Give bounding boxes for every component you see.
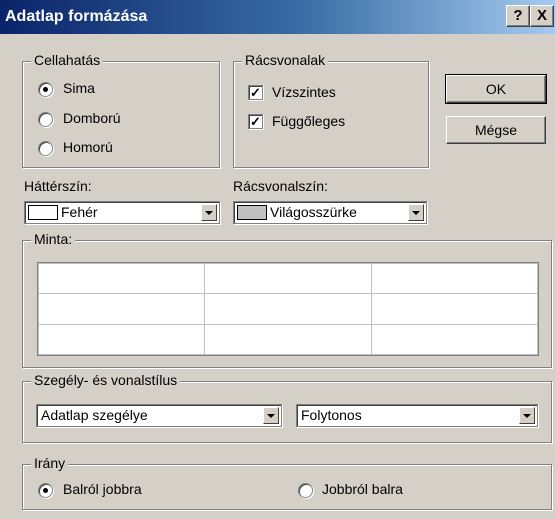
cell-effect-sima-label[interactable]: Sima: [63, 80, 95, 96]
window-title: Adatlap formázása: [5, 8, 148, 25]
horizontal-gridlines-checkbox[interactable]: ✓: [248, 85, 263, 100]
line-style-select[interactable]: Folytonos: [296, 404, 538, 427]
vertical-gridlines-label[interactable]: Függőleges: [272, 113, 345, 129]
cell-effect-legend: Cellahatás: [31, 52, 104, 68]
direction-ltr-label[interactable]: Balról jobbra: [63, 481, 142, 497]
chevron-down-icon[interactable]: [519, 407, 535, 424]
cell-effect-sima-radio[interactable]: [38, 82, 53, 97]
gridline-color-select[interactable]: Világosszürke: [233, 201, 427, 224]
border-style-legend: Szegély- és vonalstílus: [31, 372, 181, 388]
direction-rtl-label[interactable]: Jobbról balra: [322, 481, 403, 497]
cancel-button[interactable]: Mégse: [446, 116, 546, 144]
background-color-value: Fehér: [61, 204, 98, 220]
cell-effect-homoru-radio[interactable]: [38, 141, 53, 156]
direction-ltr-radio[interactable]: [38, 483, 53, 498]
line-style-value: Folytonos: [301, 407, 362, 423]
direction-rtl-radio[interactable]: [298, 483, 313, 498]
sample-legend: Minta:: [31, 231, 76, 247]
gridline-color-label: Rácsvonalszín:: [233, 178, 328, 194]
help-button[interactable]: ?: [506, 5, 530, 27]
chevron-down-icon[interactable]: [263, 407, 279, 424]
background-color-swatch: [28, 205, 58, 220]
background-color-select[interactable]: Fehér: [24, 201, 220, 224]
chevron-down-icon[interactable]: [408, 204, 424, 221]
direction-legend: Irány: [31, 455, 69, 471]
vertical-gridlines-checkbox[interactable]: ✓: [248, 114, 263, 129]
cell-effect-dombor-radio[interactable]: [38, 112, 53, 127]
chevron-down-icon[interactable]: [201, 204, 217, 221]
border-select-value: Adatlap szegélye: [41, 407, 148, 423]
horizontal-gridlines-label[interactable]: Vízszintes: [272, 84, 336, 100]
gridline-color-swatch: [237, 205, 267, 220]
sample-preview-grid: [37, 262, 539, 356]
gridline-color-value: Világosszürke: [270, 204, 357, 220]
background-color-label: Háttérszín:: [24, 178, 92, 194]
border-select[interactable]: Adatlap szegélye: [36, 404, 282, 427]
cell-effect-dombor-label[interactable]: Domború: [63, 110, 121, 126]
ok-button[interactable]: OK: [445, 74, 547, 104]
close-button[interactable]: X: [530, 5, 554, 27]
gridlines-legend: Rácsvonalak: [242, 52, 329, 68]
cell-effect-homoru-label[interactable]: Homorú: [63, 139, 113, 155]
title-bar: Adatlap formázása ? X: [0, 0, 555, 34]
